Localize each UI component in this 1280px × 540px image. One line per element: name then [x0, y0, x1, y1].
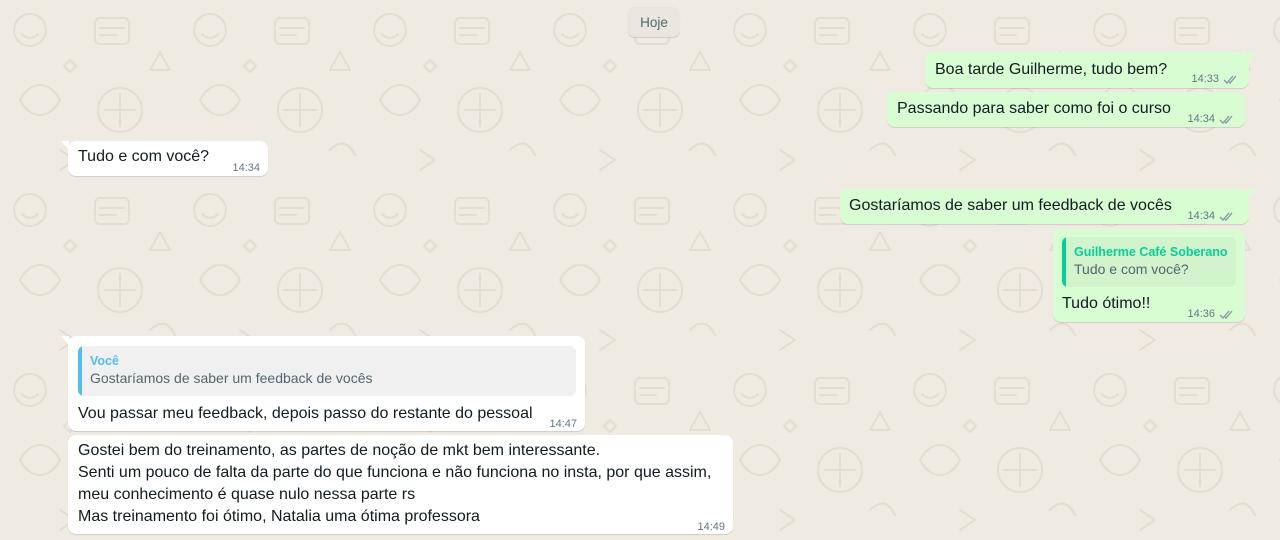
message-text: Vou passar meu feedback, depois passo do… [78, 405, 533, 422]
message-incoming[interactable]: Gostei bem do treinamento, as partes de … [68, 435, 733, 534]
message-time: 14:36 [1187, 308, 1215, 320]
quoted-text: Gostaríamos de saber um feedback de você… [90, 370, 373, 386]
message-incoming-reply[interactable]: Você Gostaríamos de saber um feedback de… [61, 336, 585, 431]
message-meta: 14:34 [1187, 108, 1235, 130]
double-check-icon [1223, 75, 1237, 84]
message-meta: 14:47 [549, 413, 577, 435]
message-meta: 14:34 [232, 157, 260, 179]
quoted-author: Você [90, 354, 119, 368]
message-line: meu conhecimento é quase nulo nessa part… [78, 486, 416, 503]
quoted-author: Guilherme Café Soberano [1074, 245, 1228, 259]
message-meta: 14:49 [697, 516, 725, 538]
message-line: Gostei bem do treinamento, as partes de … [78, 442, 601, 459]
message-time: 14:47 [549, 418, 577, 430]
message-outgoing[interactable]: Boa tarde Guilherme, tudo bem? 14:33 [925, 52, 1256, 90]
message-time: 14:34 [1187, 210, 1215, 222]
message-outgoing[interactable]: Passando para saber como foi o curso 14:… [887, 92, 1245, 127]
message-text: Gostaríamos de saber um feedback de você… [849, 197, 1172, 214]
message-text: Passando para saber como foi o curso [897, 100, 1171, 117]
date-divider-label: Hoje [640, 14, 668, 30]
date-divider: Hoje [628, 7, 680, 37]
quoted-message[interactable]: Você Gostaríamos de saber um feedback de… [78, 346, 576, 396]
quoted-text: Tudo e com você? [1074, 261, 1189, 277]
message-time: 14:34 [232, 162, 260, 174]
quoted-message[interactable]: Guilherme Café Soberano Tudo e com você? [1062, 237, 1236, 287]
message-line: Senti um pouco de falta da parte do que … [78, 464, 712, 481]
chat-messages[interactable]: Hoje Boa tarde Guilherme, tudo bem? 14:3… [0, 0, 1280, 540]
double-check-icon [1219, 212, 1233, 221]
message-text: Boa tarde Guilherme, tudo bem? [935, 61, 1168, 78]
message-time: 14:34 [1187, 113, 1215, 125]
message-line: Mas treinamento foi ótimo, Natalia uma ó… [78, 508, 480, 525]
message-time: 14:33 [1191, 73, 1219, 85]
message-meta: 14:36 [1187, 303, 1235, 325]
message-outgoing-reply[interactable]: Guilherme Café Soberano Tudo e com você?… [1053, 229, 1245, 322]
message-outgoing[interactable]: Gostaríamos de saber um feedback de você… [840, 189, 1256, 227]
message-time: 14:49 [697, 521, 725, 533]
message-text: Tudo e com você? [78, 148, 210, 165]
message-meta: 14:33 [1191, 68, 1239, 90]
message-incoming[interactable]: Tudo e com você? 14:34 [61, 141, 268, 179]
message-meta: 14:34 [1187, 205, 1235, 227]
message-text: Tudo ótimo!! [1062, 295, 1151, 312]
double-check-icon [1219, 115, 1233, 124]
double-check-icon [1219, 310, 1233, 319]
